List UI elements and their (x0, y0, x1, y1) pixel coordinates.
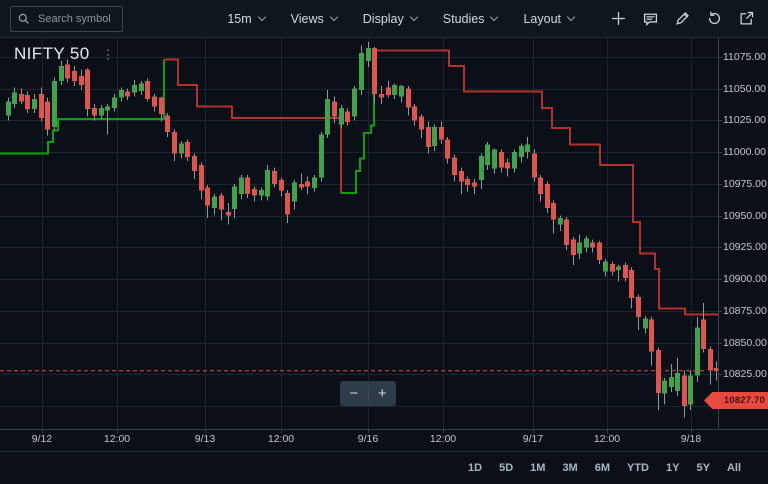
x-axis-label: 9/18 (680, 433, 702, 445)
x-axis-label: 12:00 (429, 433, 457, 445)
range-1m[interactable]: 1M (530, 462, 545, 474)
chevron-down-icon (329, 12, 339, 22)
y-axis-label: 11050.00 (723, 83, 767, 95)
menu-display[interactable]: Display (362, 11, 419, 26)
search-icon (18, 13, 30, 25)
y-axis-label: 10925.00 (723, 241, 767, 253)
y-axis-label: 10950.00 (723, 210, 767, 222)
x-axis-label: 9/13 (194, 433, 216, 445)
chevron-down-icon (566, 12, 576, 22)
search-input[interactable] (36, 11, 115, 26)
undo-icon[interactable] (707, 11, 722, 26)
symbol-search[interactable] (10, 5, 123, 32)
menu-layout[interactable]: Layout (523, 11, 576, 26)
chevron-down-icon (409, 12, 419, 22)
menu-studies[interactable]: Studies (442, 11, 499, 26)
range-1d[interactable]: 1D (468, 462, 482, 474)
y-axis-label: 11000.00 (723, 146, 767, 158)
range-5y[interactable]: 5Y (696, 462, 709, 474)
menu-label: Studies (442, 11, 485, 26)
zoom-out-button[interactable]: − (340, 381, 368, 406)
chevron-down-icon (490, 12, 499, 22)
y-axis-label: 10900.00 (723, 273, 767, 285)
x-axis-label: 9/12 (31, 433, 53, 445)
menu-15m[interactable]: 15m (227, 11, 266, 26)
menu-views[interactable]: Views (290, 11, 339, 26)
x-axis-label: 9/16 (357, 433, 379, 445)
menu-label: 15m (227, 11, 252, 26)
y-axis-label: 11025.00 (723, 114, 767, 126)
range-1y[interactable]: 1Y (666, 462, 679, 474)
y-axis-label: 10875.00 (723, 305, 767, 317)
menu-label: Views (290, 11, 324, 26)
chart-panel: NIFTY 50 ⋮ 11075.00 11050.00 11025.00 11000… (0, 38, 768, 451)
overflow-menu-icon[interactable]: ⋮ (102, 47, 115, 63)
toolbar-menus: 15m Views Display Studies Layout (201, 11, 576, 26)
chevron-down-icon (257, 12, 266, 22)
x-axis-label: 12:00 (593, 433, 621, 445)
symbol-title: NIFTY 50 ⋮ (14, 44, 115, 64)
menu-label: Display (362, 11, 404, 26)
comment-icon[interactable] (643, 11, 658, 26)
plus-icon[interactable] (611, 11, 626, 26)
range-ytd[interactable]: YTD (627, 462, 649, 474)
zoom-in-button[interactable]: + (369, 381, 397, 406)
zoom-controls: − + (340, 381, 396, 406)
x-axis-label: 12:00 (103, 433, 131, 445)
last-price-tag: 10827.70 (704, 392, 768, 409)
charting-app: 15m Views Display Studies Layout NIFTY 50 ⋮ … (0, 0, 768, 484)
y-axis-label: 11075.00 (723, 51, 767, 63)
toolbar-icons (594, 11, 754, 26)
range-5d[interactable]: 5D (499, 462, 513, 474)
y-axis-label: 10850.00 (723, 337, 767, 349)
y-axis-label: 10975.00 (723, 178, 767, 190)
x-axis-label: 12:00 (267, 433, 295, 445)
range-6m[interactable]: 6M (595, 462, 610, 474)
menu-label: Layout (523, 11, 561, 26)
export-icon[interactable] (739, 11, 754, 26)
candlestick-series (6, 41, 719, 418)
y-axis-label: 10825.00 (723, 368, 767, 380)
range-selector: 1D 5D 1M 3M 6M YTD 1Y 5Y All (0, 451, 768, 484)
x-axis-label: 9/17 (522, 433, 544, 445)
draw-icon[interactable] (675, 11, 690, 26)
range-all[interactable]: All (727, 462, 741, 474)
symbol-name: NIFTY 50 (14, 44, 90, 63)
toolbar: 15m Views Display Studies Layout (0, 0, 768, 38)
range-3m[interactable]: 3M (562, 462, 577, 474)
supertrend-overlay (0, 49, 718, 316)
